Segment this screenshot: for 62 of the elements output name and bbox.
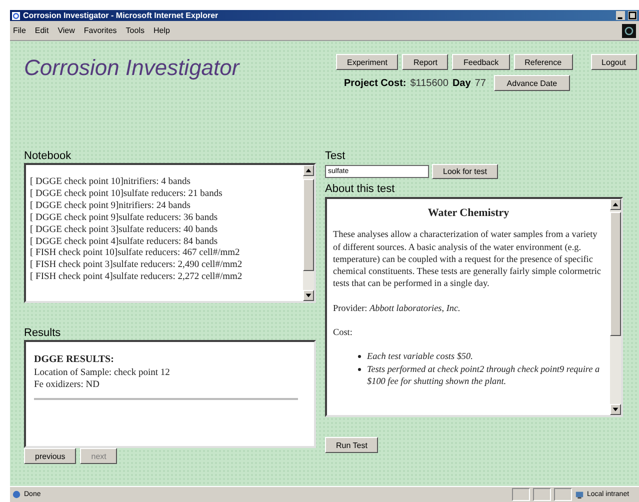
browser-logo-icon [622, 24, 636, 38]
menu-item[interactable]: Tools [126, 26, 144, 35]
notebook-entry: [ DGGE check point 3]sulfate reducers: 40 bands [30, 224, 219, 237]
day-label: Day [452, 78, 471, 88]
look-for-test-button[interactable]: Look for test [432, 164, 498, 179]
about-heading: Water Chemistry [426, 207, 510, 220]
nav-button[interactable]: Reference [514, 54, 573, 70]
cost-item: Each test variable costs $50. [367, 350, 473, 363]
results-heading: DGGE RESULTS: [34, 354, 115, 366]
status-pane [554, 488, 572, 501]
nav-button[interactable]: Report [402, 54, 448, 70]
bullet-icon [358, 368, 361, 371]
menu-item[interactable]: Help [153, 26, 170, 35]
page-icon [12, 490, 21, 499]
description-paragraph: These analyses allow a characterization of water samples from a variety of different sources. A basic analysis of the water environment (e.g. temperature) can be coupled with a request for the presence of specific chemical constituents. These tests are generally fairly simple colormetric tests that can be performed in a single day. [333, 228, 602, 290]
status-pane [533, 488, 551, 501]
minimize-icon[interactable] [616, 11, 625, 20]
scrollbar[interactable] [303, 165, 314, 301]
status-pane [512, 488, 530, 501]
day-value: 77 [474, 78, 486, 88]
scroll-down-icon[interactable] [610, 404, 621, 415]
cost-item: Tests performed at check point2 through check point9 require a $100 fee for shutting shown the plant. [367, 362, 601, 388]
nav-button[interactable]: Feedback [452, 54, 510, 70]
section-title: Test [325, 150, 346, 163]
section-title: Results [24, 327, 62, 340]
project-cost-value: $115600 [410, 78, 448, 88]
result-line: Fe oxidizers: ND [34, 379, 100, 392]
section-title: About this test [325, 183, 396, 196]
intranet-icon [575, 490, 584, 499]
notebook-entry: [ DGGE check point 10]nitrifiers: 4 bands [30, 177, 192, 189]
scrollbar[interactable] [610, 199, 621, 415]
run-test-button[interactable]: Run Test [325, 437, 378, 453]
advance-date-button[interactable]: Advance Date [494, 75, 570, 91]
section-title: Notebook [24, 150, 72, 163]
logout-button[interactable]: Logout [590, 54, 638, 70]
notebook-entry: [ FISH check point 3]sulfate reducers: 2,490 cell#/mm2 [30, 260, 244, 272]
notebook-entry: [ DGGE check point 9]sulfate reducers: 36 bands [30, 212, 219, 225]
menu-item[interactable]: File [13, 26, 26, 35]
app-title: Corrosion Investigator [24, 55, 241, 82]
notebook-entry: [ DGGE check point 4]sulfate reducers: 84 bands [30, 236, 219, 248]
result-line: Location of Sample: check point 12 [34, 366, 171, 379]
scroll-thumb[interactable] [610, 212, 621, 336]
scroll-down-icon[interactable] [303, 290, 314, 301]
notebook-entry: [ DGGE check point 9]nitrifiers: 24 bands [30, 200, 192, 213]
nav-button[interactable]: Experiment [336, 54, 398, 70]
pager-button[interactable]: previous [24, 448, 76, 464]
menu-item[interactable]: Edit [34, 26, 49, 35]
notebook-entry: [ FISH check point 4]sulfate reducers: 2,272 cell#/mm2 [30, 272, 244, 284]
cost-label: Cost: [333, 326, 354, 338]
bullet-icon [358, 355, 361, 358]
maximize-icon[interactable] [628, 11, 637, 20]
scroll-up-icon[interactable] [303, 165, 314, 176]
menu-item[interactable]: Favorites [84, 26, 117, 35]
scroll-thumb[interactable] [303, 179, 314, 271]
menu-item[interactable]: View [58, 26, 75, 35]
browser-icon [12, 12, 20, 20]
window-title: Corrosion Investigator - Microsoft Internet Explorer [23, 11, 218, 20]
scroll-up-icon[interactable] [610, 199, 621, 210]
notebook-entry: [ FISH check point 10]sulfate reducers: 467 cell#/mm2 [30, 248, 241, 260]
provider-text: Provider: Abbott laboratories, Inc. [333, 302, 462, 314]
notebook-entry: [ DGGE check point 10]sulfate reducers: 21 bands [30, 188, 224, 201]
project-cost-label: Project Cost: [344, 78, 406, 88]
